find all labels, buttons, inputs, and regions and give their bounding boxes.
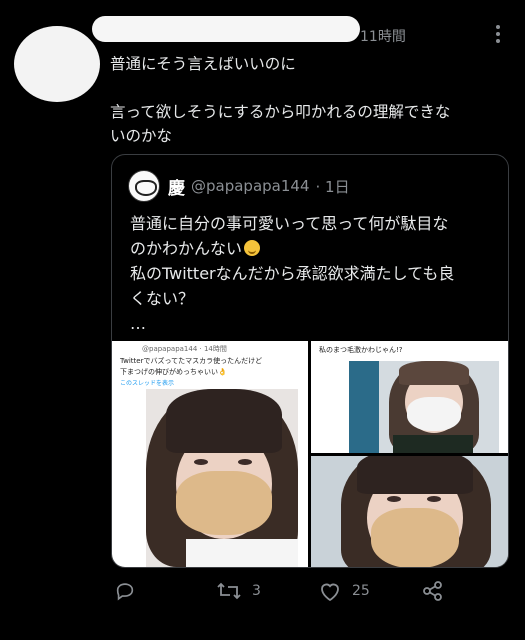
media-image-2[interactable]: 私のまつ毛激かわじゃん!? bbox=[311, 341, 508, 453]
media-1-handle: @papapapa144 · 14時間 bbox=[142, 345, 227, 353]
quoted-line: 私のTwitterなんだから承認欲求満たしても良 bbox=[130, 264, 455, 283]
quoted-tweet[interactable]: 慶 @papapapa144 · 1日 普通に自分の事可愛いって思って何が駄目な… bbox=[111, 154, 509, 568]
author-avatar-redacted[interactable] bbox=[14, 26, 100, 102]
quoted-media-grid: @papapapa144 · 14時間 Twitterでバズってたマスカラ使った… bbox=[112, 341, 508, 567]
heart-icon bbox=[321, 583, 339, 602]
quoted-author-avatar bbox=[128, 170, 160, 202]
media-2-caption: 私のまつ毛激かわじゃん!? bbox=[319, 346, 403, 354]
retweet-icon bbox=[217, 582, 241, 600]
tweet-line: 普通にそう言えばいいのに bbox=[110, 55, 296, 73]
media-1-thread-link: このスレッドを表示 bbox=[120, 380, 175, 387]
retweet-button[interactable]: 3 bbox=[216, 580, 261, 602]
quoted-line: 普通に自分の事可愛いって思って何が駄目な bbox=[130, 214, 449, 233]
tweet-text: 普通にそう言えばいいのに 言って欲しそうにするから叩かれるの理解できな いのかな bbox=[110, 52, 512, 148]
quoted-tweet-time: · 1日 bbox=[315, 177, 350, 196]
media-3-photo bbox=[311, 456, 508, 567]
author-name-redacted[interactable] bbox=[92, 16, 360, 42]
like-count: 25 bbox=[352, 583, 370, 599]
tweet-actions: 3 25 bbox=[0, 580, 525, 610]
quoted-line: くない？ bbox=[130, 289, 195, 308]
tweet-timestamp[interactable]: 11時間 bbox=[360, 26, 406, 46]
tweet-line: いのかな bbox=[110, 127, 173, 145]
quoted-tweet-text: 普通に自分の事可愛いって思って何が駄目な のかわかんない 私のTwitterなん… bbox=[130, 211, 498, 336]
quoted-line-with-emoji: のかわかんない bbox=[130, 236, 498, 261]
retweet-count: 3 bbox=[252, 583, 261, 599]
like-button[interactable]: 25 bbox=[318, 580, 370, 602]
media-image-3[interactable] bbox=[311, 456, 508, 567]
tweet-line: 言って欲しそうにするから叩かれるの理解できな bbox=[110, 103, 451, 121]
media-1-photo bbox=[146, 389, 298, 567]
media-1-caption-line2: 下まつげの伸びがめっちゃいい👌 bbox=[120, 368, 227, 376]
share-icon bbox=[423, 581, 442, 601]
quoted-author-name: 慶 bbox=[168, 178, 185, 199]
reply-icon bbox=[116, 583, 134, 601]
reply-button[interactable] bbox=[114, 580, 136, 602]
quoted-tweet-header: 慶 @papapapa144 · 1日 bbox=[128, 169, 350, 203]
share-button[interactable] bbox=[422, 580, 444, 602]
media-2-photo bbox=[349, 361, 499, 453]
smiling-face-with-tear-icon bbox=[244, 240, 261, 256]
media-1-caption-line1: Twitterでバズってたマスカラ使ったんだけど bbox=[120, 357, 263, 365]
quoted-ellipsis: … bbox=[130, 314, 146, 333]
more-options-icon[interactable] bbox=[495, 22, 501, 46]
media-image-1[interactable]: @papapapa144 · 14時間 Twitterでバズってたマスカラ使った… bbox=[112, 341, 308, 567]
quoted-author-handle: @papapapa144 bbox=[191, 177, 310, 195]
